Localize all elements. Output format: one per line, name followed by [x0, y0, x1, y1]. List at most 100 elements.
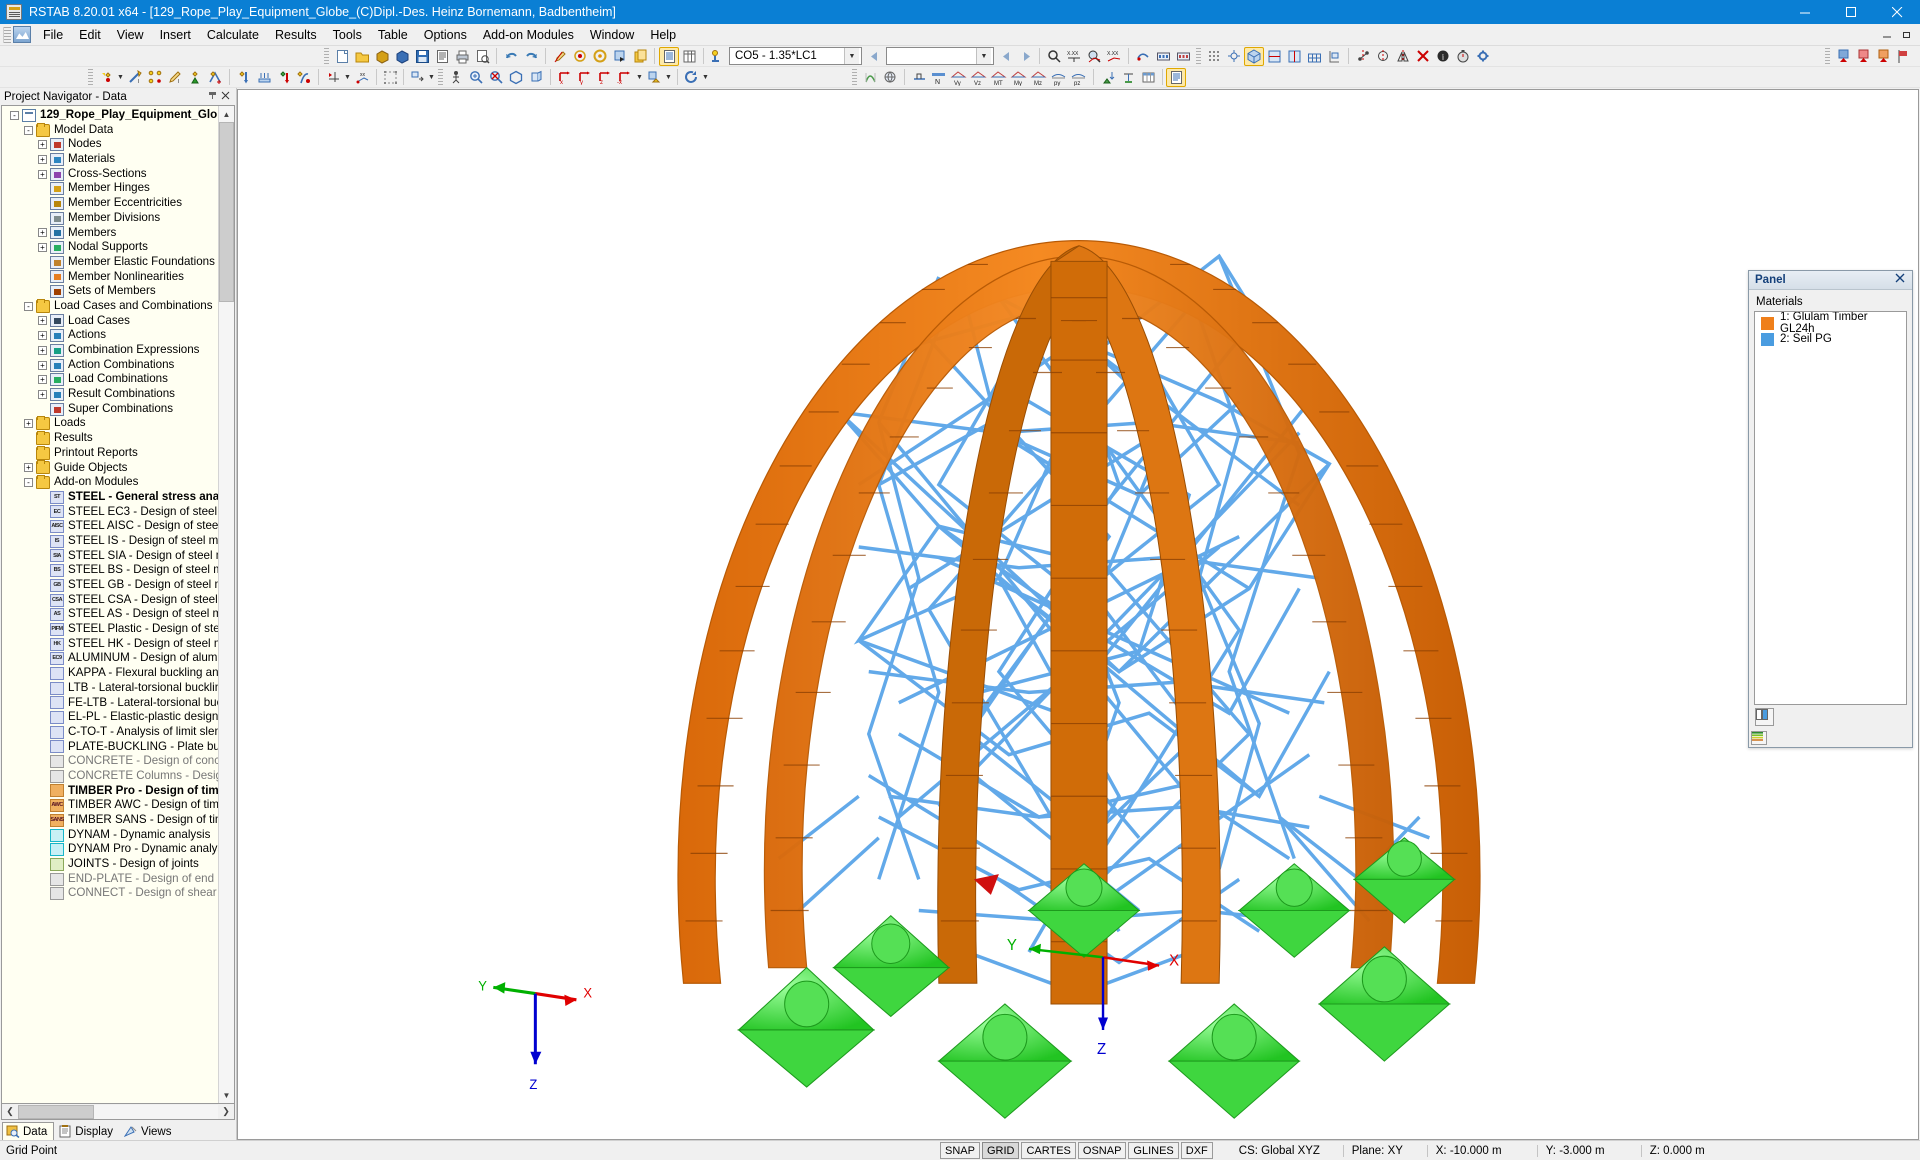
settings-gear-icon[interactable] [1473, 47, 1493, 66]
view-z-icon[interactable]: z [595, 68, 615, 87]
menu-options[interactable]: Options [416, 25, 475, 45]
toggle-grid[interactable]: GRID [982, 1142, 1020, 1159]
tree-item[interactable]: TIMBER Pro - Design of timber r [2, 784, 218, 799]
new-file-icon[interactable] [332, 47, 352, 66]
toolbar-grip-insert[interactable] [88, 69, 93, 86]
delete-cross-icon[interactable] [1413, 47, 1433, 66]
minimize-button[interactable] [1782, 0, 1828, 24]
tree-item[interactable]: SANSTIMBER SANS - Design of timber n [2, 813, 218, 828]
axial-force-N-icon[interactable]: N [929, 68, 949, 87]
tree-item[interactable]: CSASTEEL CSA - Design of steel memb [2, 593, 218, 608]
toolbar-grip-navigate[interactable] [438, 69, 443, 86]
tree-item[interactable]: CONNECT - Design of shear conn [2, 886, 218, 901]
tree-item[interactable]: Results [2, 431, 218, 446]
object-snap-icon[interactable] [590, 47, 610, 66]
rotate-icon[interactable] [1373, 47, 1393, 66]
expand-icon[interactable]: + [38, 170, 47, 179]
toolbar-grip-standard[interactable] [324, 48, 329, 65]
pin-icon[interactable] [206, 91, 219, 103]
expand-icon[interactable]: + [38, 155, 47, 164]
shear-Vz-icon[interactable]: Vz [969, 68, 989, 87]
tree-item[interactable]: +Result Combinations [2, 387, 218, 402]
imperfection-icon[interactable] [294, 68, 314, 87]
isometric-view-icon[interactable] [1244, 47, 1264, 66]
tree-item[interactable]: Member Divisions [2, 211, 218, 226]
chevron-down-icon[interactable]: ▼ [116, 68, 125, 87]
tree-item[interactable]: Printout Reports [2, 446, 218, 461]
tab-display[interactable]: Display [54, 1122, 120, 1140]
tree-item[interactable]: +Members [2, 226, 218, 241]
new-node-grid-icon[interactable] [145, 68, 165, 87]
pencil-edit-icon[interactable] [550, 47, 570, 66]
chevron-down-icon[interactable]: ▼ [343, 68, 352, 87]
tree-item[interactable]: FE-LTB - Lateral-torsional buckling [2, 696, 218, 711]
view-neg-x-icon[interactable]: -x [615, 68, 635, 87]
materials-panel[interactable]: Panel Materials 1: Glulam Timber GL24h [1748, 270, 1913, 748]
tree-item[interactable]: Member Elastic Foundations [2, 255, 218, 270]
maximize-button[interactable] [1828, 0, 1874, 24]
prev-lc-icon[interactable] [996, 47, 1016, 66]
view-xy-icon[interactable] [1264, 47, 1284, 66]
color-scale-icon[interactable] [1755, 708, 1774, 726]
open-file-icon[interactable] [352, 47, 372, 66]
menu-edit[interactable]: Edit [71, 25, 109, 45]
expand-icon[interactable]: + [38, 390, 47, 399]
expand-icon[interactable]: + [38, 346, 47, 355]
new-node-icon[interactable] [96, 68, 116, 87]
tree-item[interactable]: AWCTIMBER AWC - Design of timber n [2, 798, 218, 813]
scroll-down-icon[interactable]: ▼ [219, 1087, 234, 1103]
new-member-set-icon[interactable] [205, 68, 225, 87]
expand-icon[interactable]: + [38, 331, 47, 340]
collapse-icon[interactable]: - [24, 126, 33, 135]
results-table-grid-icon[interactable] [1138, 68, 1158, 87]
expand-icon[interactable]: + [38, 228, 47, 237]
tree-item[interactable]: Member Eccentricities [2, 196, 218, 211]
mirror-icon[interactable] [1393, 47, 1413, 66]
export-orange-icon[interactable] [1873, 47, 1893, 66]
chevron-down-icon[interactable]: ▼ [701, 68, 710, 87]
tree-vertical-scrollbar[interactable]: ▲ ▼ [218, 106, 234, 1103]
tree-item[interactable]: +Materials [2, 152, 218, 167]
tree-item[interactable]: ISSTEEL IS - Design of steel member [2, 534, 218, 549]
render-shading-icon[interactable] [644, 68, 664, 87]
export-red-icon[interactable] [1853, 47, 1873, 66]
chevron-down-icon[interactable]: ▼ [635, 68, 644, 87]
tree-item[interactable]: -Load Cases and Combinations [2, 299, 218, 314]
menu-insert[interactable]: Insert [152, 25, 199, 45]
tree-item[interactable]: +Action Combinations [2, 358, 218, 373]
expand-icon[interactable]: + [24, 463, 33, 472]
tree-item[interactable]: DYNAM - Dynamic analysis [2, 828, 218, 843]
tree-item[interactable]: DYNAM Pro - Dynamic analysis [2, 842, 218, 857]
vscroll-thumb[interactable] [219, 122, 234, 302]
results-globe-icon[interactable] [880, 68, 900, 87]
tree-item[interactable]: +Load Combinations [2, 372, 218, 387]
support-forces-icon[interactable] [1118, 68, 1138, 87]
open-blue-model-icon[interactable] [392, 47, 412, 66]
toggle-snap[interactable]: SNAP [940, 1142, 980, 1159]
redo-icon[interactable] [521, 47, 541, 66]
tree-item[interactable]: ECSTEEL EC3 - Design of steel memb [2, 505, 218, 520]
collapse-icon[interactable]: - [24, 302, 33, 311]
tree-item[interactable]: KAPPA - Flexural buckling analysis [2, 666, 218, 681]
view-perspective-icon[interactable] [526, 68, 546, 87]
toggle-glines[interactable]: GLINES [1128, 1142, 1178, 1159]
toggle-cartes[interactable]: CARTES [1021, 1142, 1075, 1159]
view-grid-planes-icon[interactable] [1304, 47, 1324, 66]
tree-item[interactable]: +Nodes [2, 137, 218, 152]
rotate-view-icon[interactable] [681, 68, 701, 87]
moment-My-icon[interactable]: My [1009, 68, 1029, 87]
prev-case-icon[interactable] [864, 47, 884, 66]
table-grid-icon[interactable] [679, 47, 699, 66]
close-button[interactable] [1874, 0, 1920, 24]
tab-data[interactable]: Data [2, 1122, 54, 1140]
menu-tools[interactable]: Tools [325, 25, 370, 45]
toggle-dxf[interactable]: DXF [1181, 1142, 1213, 1159]
tree-item[interactable]: +Guide Objects [2, 461, 218, 476]
close-icon[interactable] [1895, 273, 1909, 287]
undo-icon[interactable] [501, 47, 521, 66]
expand-icon[interactable]: + [38, 316, 47, 325]
new-member-pencil-icon[interactable]: I [165, 68, 185, 87]
tree-item[interactable]: CONCRETE Columns - Design of c [2, 769, 218, 784]
timer-icon[interactable] [1453, 47, 1473, 66]
menu-calculate[interactable]: Calculate [199, 25, 267, 45]
